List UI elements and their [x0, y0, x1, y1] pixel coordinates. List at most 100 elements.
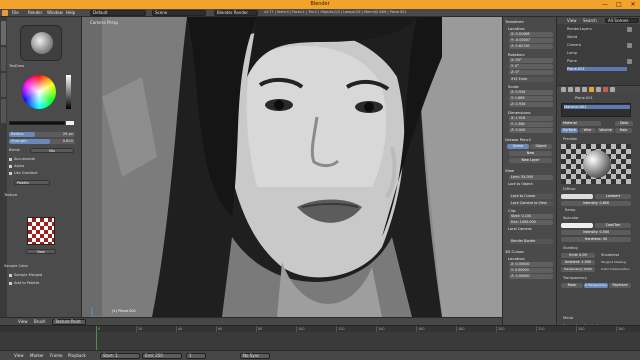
cubic-interpolation-checkbox[interactable]: Cubic Interpolation: [601, 267, 630, 271]
tab-halo[interactable]: Halo: [615, 128, 632, 133]
outliner-search-menu[interactable]: Search: [583, 18, 597, 23]
outliner-display-select[interactable]: All Scenes: [605, 18, 639, 23]
rotation-z[interactable]: Z: 0°: [509, 70, 553, 75]
close-button[interactable]: ✕: [626, 0, 640, 9]
scene-select[interactable]: Scene: [152, 10, 206, 16]
3d-viewport[interactable]: Camera Persp (1) Plane.001: [82, 17, 502, 317]
scale-z[interactable]: Z: 0.934: [509, 102, 553, 107]
brush-name[interactable]: TexDraw: [9, 64, 24, 69]
timeline-menu-playback[interactable]: Playback: [68, 353, 86, 358]
location-z[interactable]: Z: 0.62130: [509, 44, 553, 49]
grease-scene-button[interactable]: Scene: [507, 144, 529, 149]
hardness-field[interactable]: Hardness: 50: [561, 237, 631, 242]
blend-select[interactable]: Mix: [30, 148, 74, 153]
current-frame-field[interactable]: 1: [186, 353, 206, 359]
current-frame-marker[interactable]: [96, 326, 97, 351]
diffuse-header[interactable]: Diffuse: [563, 187, 576, 191]
sample-color-header[interactable]: Sample Color: [4, 264, 28, 269]
tab-volume[interactable]: Volume: [597, 128, 614, 133]
modifier-tab-icon[interactable]: [596, 87, 601, 92]
outliner-view-menu[interactable]: View: [567, 18, 577, 23]
preview-header[interactable]: Preview: [563, 137, 577, 141]
minimize-button[interactable]: —: [598, 0, 612, 9]
outliner-item-renderlayers[interactable]: RenderLayers: [567, 27, 592, 31]
timeline-menu-frame[interactable]: Frame: [50, 353, 62, 358]
outliner-item-lamp[interactable]: Lamp: [567, 51, 577, 55]
outliner-item-plane[interactable]: Plane: [567, 59, 577, 63]
specular-intensity[interactable]: Intensity: 0.500: [561, 230, 631, 235]
timeline-menu-marker[interactable]: Marker: [30, 353, 44, 358]
texture-tab-icon[interactable]: [610, 87, 615, 92]
brush-preview[interactable]: [20, 25, 62, 61]
material-name-field[interactable]: Material: [561, 121, 601, 126]
3d-cursor-header[interactable]: 3D Cursor: [505, 249, 524, 254]
trans-mask-button[interactable]: Mask: [561, 283, 583, 288]
grease-object-button[interactable]: Object: [530, 144, 552, 149]
trans-raytrace-button[interactable]: Raytrace: [609, 283, 631, 288]
object-tab-icon[interactable]: [589, 87, 594, 92]
view-header[interactable]: View: [505, 168, 514, 173]
specular-shader-select[interactable]: CookTorr: [595, 223, 631, 228]
secondary-color-swatch[interactable]: [66, 121, 74, 125]
grease-pencil-header[interactable]: Grease Pencil: [505, 137, 531, 142]
clip-end[interactable]: End: 1000.000: [509, 220, 553, 225]
material-tab-icon[interactable]: [603, 87, 608, 92]
rotation-x[interactable]: X: 90°: [509, 58, 553, 63]
location-x[interactable]: X: 0.01068: [509, 32, 553, 37]
specular-header[interactable]: Specular: [563, 216, 579, 220]
ambient-field[interactable]: Ambient: 1.000: [561, 260, 595, 265]
render-tab-icon[interactable]: [561, 87, 566, 92]
data-link-select[interactable]: Data: [615, 121, 633, 126]
lens-field[interactable]: Lens: 35.000: [509, 175, 553, 180]
texture-panel-header[interactable]: Texture: [4, 193, 17, 198]
cursor-z[interactable]: Z: 0.00000: [509, 274, 553, 279]
timeline-menu-view[interactable]: View: [14, 353, 24, 358]
diffuse-color-swatch[interactable]: [561, 194, 593, 199]
shadeless-checkbox[interactable]: Shadeless: [601, 253, 619, 257]
mirror-header[interactable]: Mirror: [563, 316, 574, 320]
sample-merged-checkbox[interactable]: Sample Merged: [9, 273, 42, 278]
dimensions-x[interactable]: X: 1.918: [509, 116, 553, 121]
outliner-item-camera[interactable]: Camera: [567, 43, 581, 47]
tangent-shading-checkbox[interactable]: Tangent Shading: [601, 260, 626, 264]
clip-start[interactable]: Start: 0.100: [509, 214, 553, 219]
accumulate-checkbox[interactable]: Accumulate: [9, 157, 35, 162]
end-frame-field[interactable]: End: 250: [142, 353, 182, 359]
rotation-y[interactable]: Y: 0°: [509, 64, 553, 69]
layout-select[interactable]: Default: [90, 10, 146, 16]
tab-surface[interactable]: Surface: [561, 128, 578, 133]
primary-color-swatch[interactable]: [9, 121, 65, 125]
transparency-header[interactable]: Transparency: [563, 276, 587, 280]
material-slot-list[interactable]: Material.001: [561, 103, 631, 117]
specular-color-swatch[interactable]: [561, 223, 593, 228]
outliner-item-world[interactable]: World: [567, 35, 577, 39]
diffuse-intensity[interactable]: Intensity: 0.800: [561, 201, 631, 206]
tab-tools[interactable]: [1, 21, 6, 45]
new-layer-button[interactable]: New Layer: [509, 158, 552, 163]
emit-field[interactable]: Emit: 0.00: [561, 253, 595, 258]
alpha-checkbox[interactable]: Alpha: [9, 164, 24, 169]
menu-brush[interactable]: Brush: [34, 319, 46, 324]
color-wheel[interactable]: [22, 75, 56, 109]
eye-icon[interactable]: [627, 27, 632, 32]
value-slider[interactable]: [66, 75, 71, 109]
tab-options[interactable]: [1, 47, 6, 71]
sync-select[interactable]: No Sync: [240, 353, 270, 359]
material-slot-item[interactable]: Material.001: [564, 105, 630, 109]
render-engine-select[interactable]: Blender Render: [214, 10, 258, 16]
shading-header[interactable]: Shading: [563, 246, 578, 250]
eye-icon[interactable]: [627, 59, 632, 64]
world-tab-icon[interactable]: [582, 87, 587, 92]
lock-camera-checkbox[interactable]: Lock Camera to View: [509, 201, 553, 206]
add-to-palette-checkbox[interactable]: Add to Palette: [9, 281, 39, 286]
texture-preview[interactable]: [27, 217, 55, 245]
menu-file[interactable]: File: [12, 10, 19, 15]
menu-render[interactable]: Render: [28, 10, 42, 15]
menu-window[interactable]: Window: [47, 10, 63, 15]
outliner-item-plane001[interactable]: Plane.001: [567, 67, 627, 71]
lock-cursor-checkbox[interactable]: Lock to Cursor: [509, 194, 553, 199]
trans-z-button[interactable]: Z Transparency: [584, 283, 608, 288]
gradient-checkbox[interactable]: Use Gradient: [9, 171, 38, 176]
cursor-x[interactable]: X: 0.00000: [509, 262, 553, 267]
scale-x[interactable]: X: 0.934: [509, 90, 553, 95]
